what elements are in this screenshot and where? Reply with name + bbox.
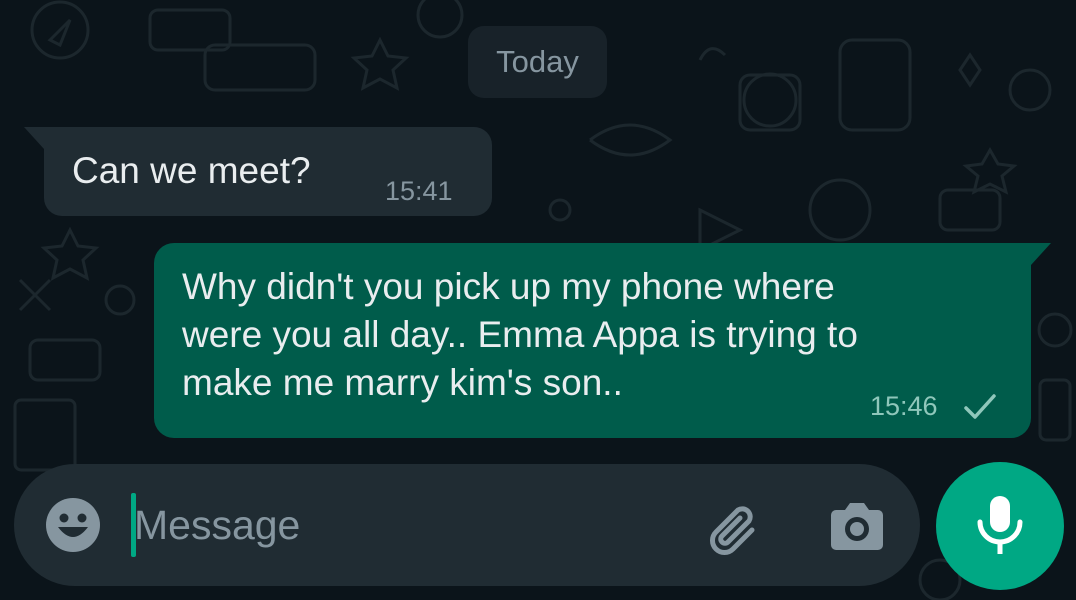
outgoing-message-bubble[interactable]: Why didn't you pick up my phone where we… <box>154 243 1051 438</box>
message-composer <box>14 464 920 586</box>
emoji-icon[interactable] <box>45 497 101 553</box>
bubble-tail <box>24 127 44 149</box>
voice-record-button[interactable] <box>936 462 1064 590</box>
message-input[interactable] <box>134 497 694 553</box>
camera-icon[interactable] <box>828 502 886 552</box>
date-separator: Today <box>468 26 607 98</box>
message-text: Can we meet? <box>72 150 311 191</box>
message-timestamp: 15:46 <box>870 391 938 421</box>
message-timestamp: 15:41 <box>385 176 453 206</box>
message-text: Why didn't you pick up my phone where we… <box>182 266 858 403</box>
single-check-icon <box>962 392 998 427</box>
bubble-tail <box>1031 243 1051 265</box>
attach-icon[interactable] <box>706 500 766 560</box>
microphone-icon <box>977 496 1023 554</box>
incoming-message-bubble[interactable]: Can we meet? 15:41 <box>24 127 492 216</box>
